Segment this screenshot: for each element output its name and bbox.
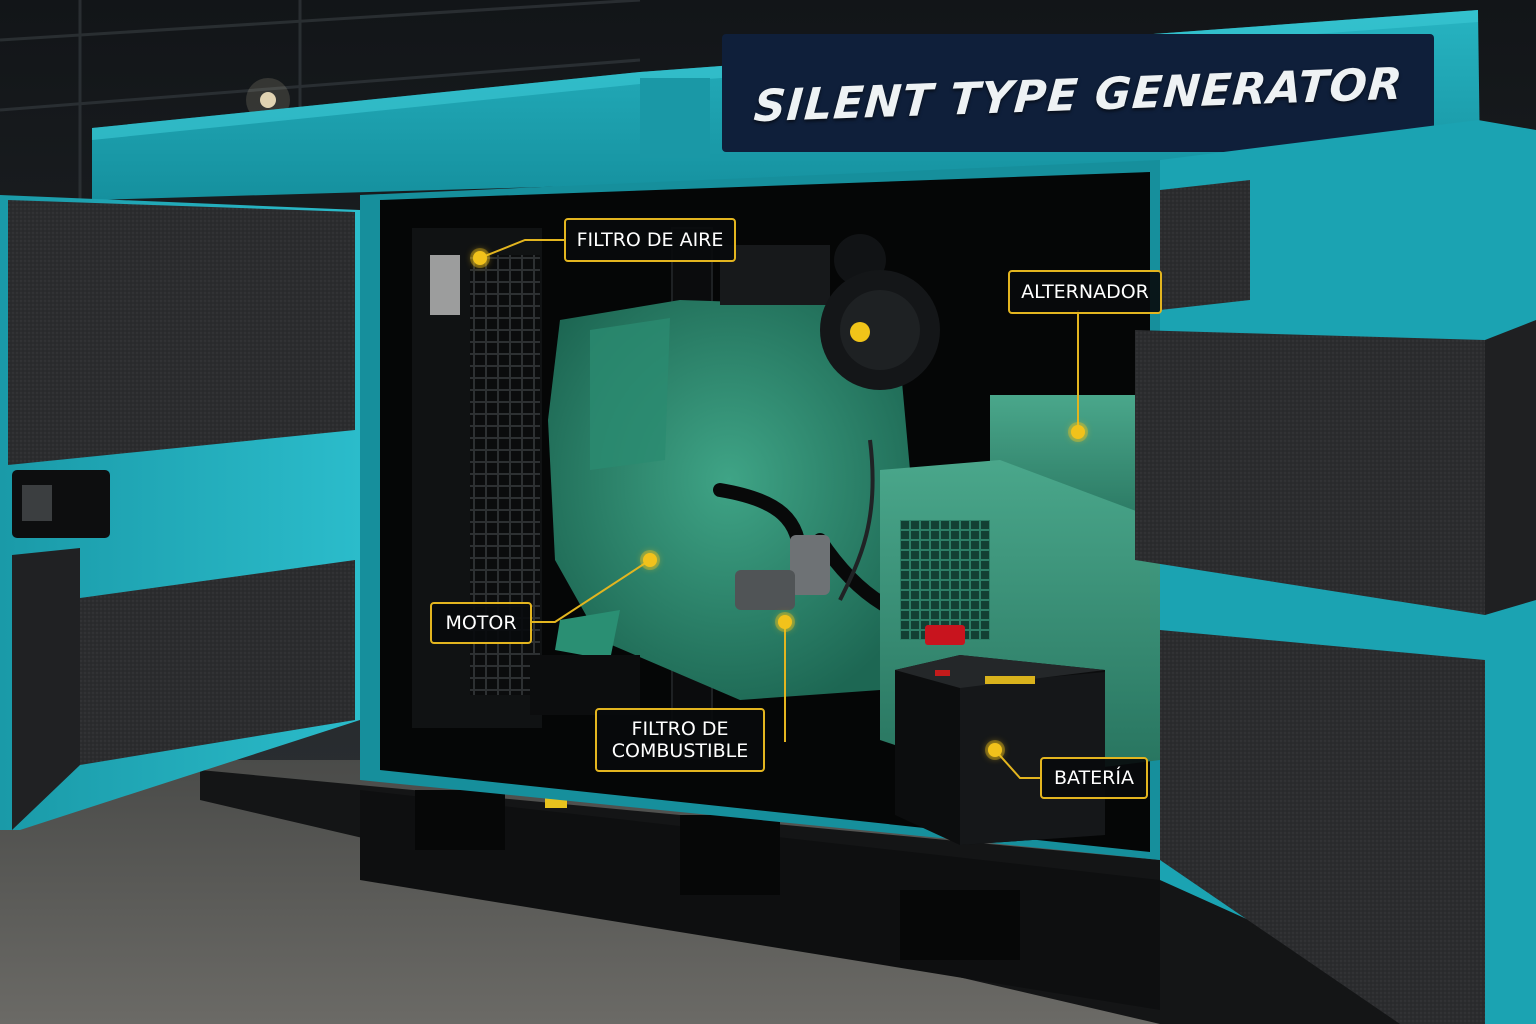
label-air-filter-text: FILTRO DE AIRE xyxy=(576,229,724,251)
right-door xyxy=(1135,120,1536,1024)
label-fuel-filter-line1: FILTRO DE xyxy=(631,718,729,740)
fuel-filter-unit xyxy=(790,535,830,595)
generator-sign: SILENT TYPE GENERATOR xyxy=(722,40,1434,150)
label-fuel-filter-line2: COMBUSTIBLE xyxy=(611,740,749,762)
label-alternator-text: ALTERNADOR xyxy=(1021,281,1149,303)
label-motor-text: MOTOR xyxy=(445,612,517,634)
label-air-filter: FILTRO DE AIRE xyxy=(564,218,736,262)
label-battery-text: BATERÍA xyxy=(1054,767,1134,789)
sign-title: SILENT TYPE GENERATOR xyxy=(751,58,1405,132)
left-door xyxy=(0,195,360,830)
battery-terminal-red xyxy=(925,625,965,645)
callout-dot-battery xyxy=(988,743,1002,757)
generator-photo: SILENT TYPE GENERATOR FILTRO DE AIRE ALT… xyxy=(0,0,1536,1024)
label-fuel-filter: FILTRO DE COMBUSTIBLE xyxy=(595,708,765,772)
callout-dot-motor xyxy=(643,553,657,567)
label-alternator: ALTERNADOR xyxy=(1008,270,1162,314)
callout-dot-fuel-filter xyxy=(778,615,792,629)
callout-dot-alternator xyxy=(1071,425,1085,439)
callout-dot-air-filter xyxy=(473,251,487,265)
label-battery: BATERÍA xyxy=(1040,757,1148,799)
generator-scene xyxy=(0,0,1536,1024)
label-motor: MOTOR xyxy=(430,602,532,644)
